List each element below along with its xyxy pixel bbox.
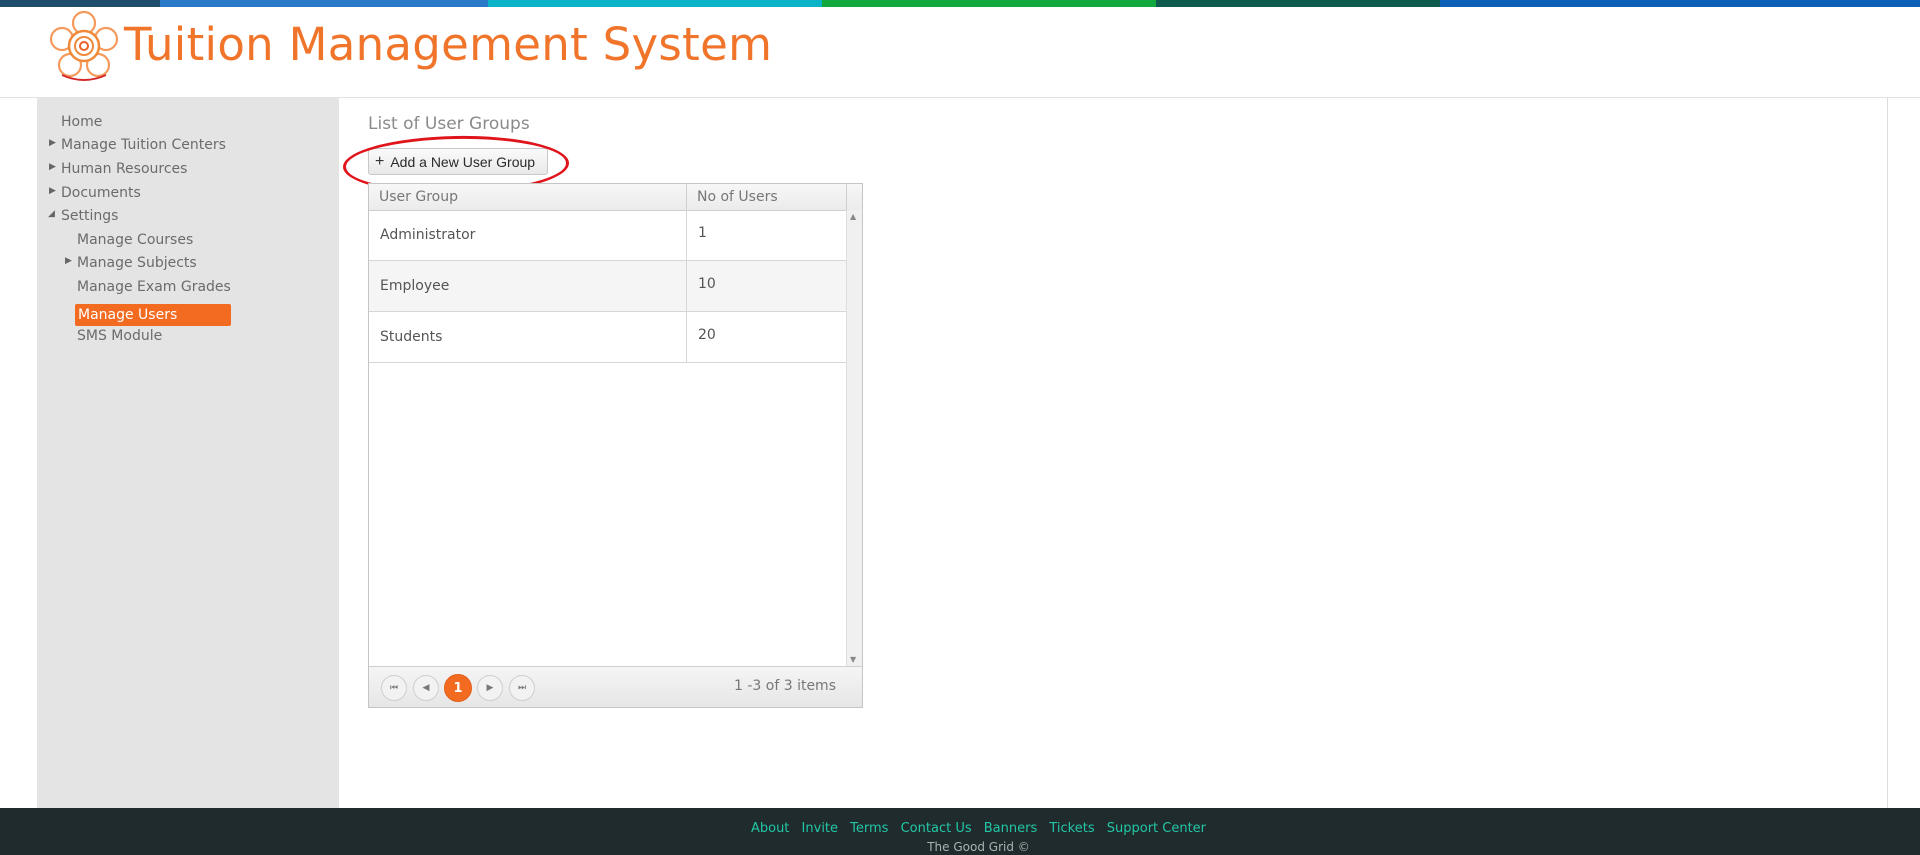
content-border bbox=[1887, 98, 1888, 808]
scroll-up-icon[interactable]: ▲ bbox=[850, 212, 856, 221]
footer-link-about[interactable]: About bbox=[751, 821, 789, 836]
top-color-stripe bbox=[0, 0, 1920, 7]
next-page-icon[interactable]: ▶ bbox=[477, 675, 503, 701]
sidebar-nav: Home ▶ Manage Tuition Centers ▶ Human Re… bbox=[37, 98, 339, 808]
scroll-down-icon[interactable]: ▼ bbox=[850, 655, 856, 664]
sidebar-item-human-resources[interactable]: Human Resources bbox=[61, 161, 187, 177]
footer-link-banners[interactable]: Banners bbox=[984, 821, 1037, 836]
no-of-users-cell: 20 bbox=[698, 327, 716, 343]
footer-link-support-center[interactable]: Support Center bbox=[1107, 821, 1206, 836]
caret-down-icon[interactable]: ◢ bbox=[48, 209, 55, 219]
user-group-cell: Students bbox=[380, 329, 443, 345]
plus-icon: + bbox=[375, 152, 385, 170]
page-title: List of User Groups bbox=[368, 114, 530, 134]
footer-link-contact-us[interactable]: Contact Us bbox=[901, 821, 972, 836]
table-row[interactable]: Students 20 bbox=[369, 312, 846, 363]
column-divider bbox=[686, 210, 687, 363]
table-row[interactable]: Administrator 1 bbox=[369, 210, 846, 261]
app-title: Tuition Management System bbox=[124, 18, 773, 71]
footer-link-terms[interactable]: Terms bbox=[850, 821, 888, 836]
column-divider bbox=[846, 184, 847, 210]
sidebar-item-settings[interactable]: Settings bbox=[61, 208, 118, 224]
site-footer: About Invite Terms Contact Us Banners Ti… bbox=[37, 808, 1920, 855]
user-groups-grid: User Group No of Users Administrator 1 E… bbox=[368, 183, 863, 708]
first-page-icon[interactable]: ⏮ bbox=[381, 675, 407, 701]
caret-right-icon[interactable]: ▶ bbox=[49, 186, 56, 196]
grid-pager: ⏮ ◀ 1 ▶ ⏭ 1 -3 of 3 items bbox=[369, 666, 862, 707]
sidebar-item-sms-module[interactable]: SMS Module bbox=[77, 328, 162, 344]
pager-info: 1 -3 of 3 items bbox=[734, 678, 836, 694]
app-header: Tuition Management System bbox=[0, 7, 1920, 98]
sidebar-item-home[interactable]: Home bbox=[61, 114, 102, 130]
sidebar-item-manage-subjects[interactable]: Manage Subjects bbox=[77, 255, 197, 271]
last-page-icon[interactable]: ⏭ bbox=[509, 675, 535, 701]
sidebar-item-documents[interactable]: Documents bbox=[61, 185, 141, 201]
sidebar-item-manage-exam-grades[interactable]: Manage Exam Grades bbox=[77, 279, 231, 295]
user-group-cell: Employee bbox=[380, 278, 450, 294]
column-header-no-of-users[interactable]: No of Users bbox=[687, 184, 846, 210]
caret-right-icon[interactable]: ▶ bbox=[65, 256, 72, 266]
user-group-cell: Administrator bbox=[380, 227, 476, 243]
footer-link-invite[interactable]: Invite bbox=[802, 821, 838, 836]
sidebar-item-manage-users[interactable]: Manage Users bbox=[75, 304, 231, 326]
no-of-users-cell: 1 bbox=[698, 225, 707, 241]
add-user-group-label: Add a New User Group bbox=[390, 153, 536, 170]
flower-logo-icon[interactable] bbox=[48, 9, 120, 83]
grid-header: User Group No of Users bbox=[369, 184, 862, 211]
footer-copyright: The Good Grid © bbox=[927, 840, 1030, 854]
table-row[interactable]: Employee 10 bbox=[369, 261, 846, 312]
sidebar-item-manage-tuition-centers[interactable]: Manage Tuition Centers bbox=[61, 137, 226, 153]
footer-links: About Invite Terms Contact Us Banners Ti… bbox=[37, 821, 1920, 836]
footer-left-strip bbox=[0, 808, 37, 855]
no-of-users-cell: 10 bbox=[698, 276, 716, 292]
current-page-button[interactable]: 1 bbox=[444, 674, 472, 702]
vertical-scrollbar[interactable]: ▲ ▼ bbox=[846, 210, 862, 666]
add-user-group-button[interactable]: + Add a New User Group bbox=[368, 148, 548, 175]
caret-right-icon[interactable]: ▶ bbox=[49, 138, 56, 148]
sidebar-item-manage-courses[interactable]: Manage Courses bbox=[77, 232, 193, 248]
column-header-user-group[interactable]: User Group bbox=[369, 184, 686, 210]
prev-page-icon[interactable]: ◀ bbox=[413, 675, 439, 701]
footer-link-tickets[interactable]: Tickets bbox=[1049, 821, 1094, 836]
caret-right-icon[interactable]: ▶ bbox=[49, 162, 56, 172]
